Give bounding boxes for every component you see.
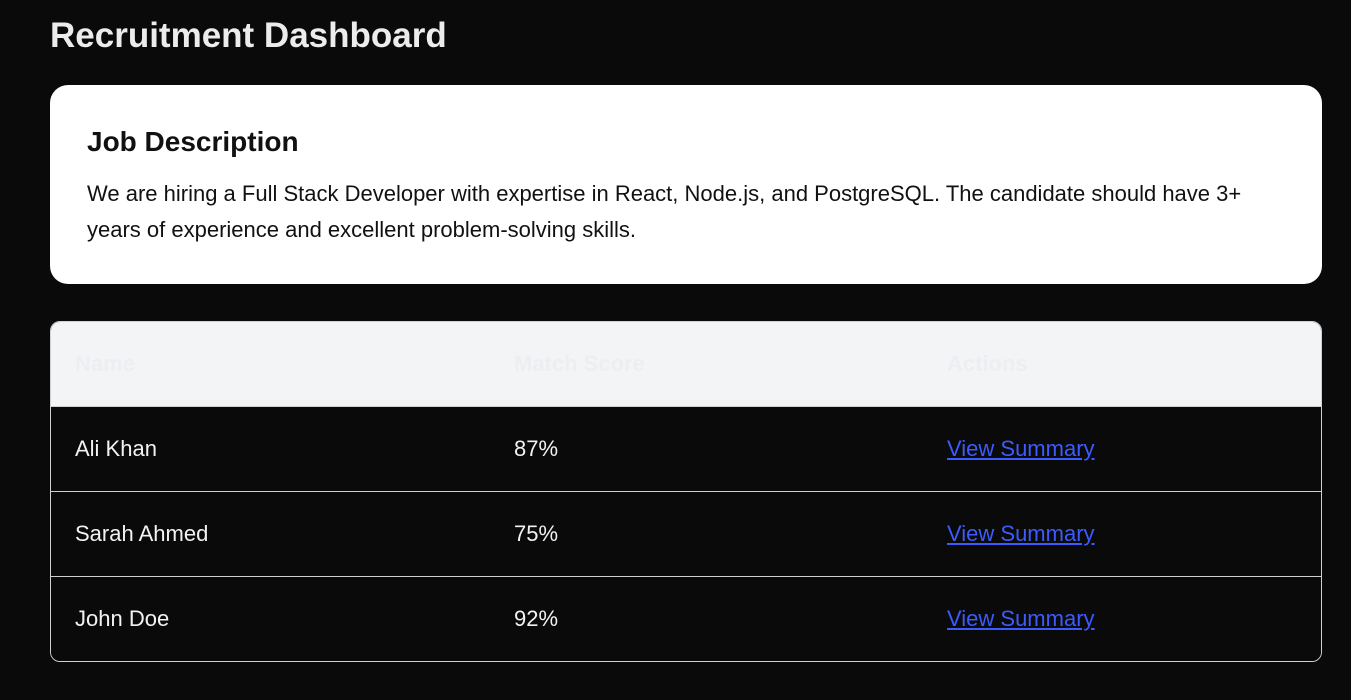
candidate-name: Ali Khan — [75, 435, 157, 461]
view-summary-link[interactable]: View Summary — [947, 606, 1095, 631]
header-actions: Actions — [947, 350, 1028, 376]
table-row: John Doe 92% View Summary — [51, 576, 1321, 661]
actions-cell: View Summary — [923, 406, 1321, 491]
candidate-name: John Doe — [75, 605, 170, 631]
dashboard-page: Recruitment Dashboard Job Description We… — [0, 0, 1351, 700]
candidates-table: Name Match Score Actions Ali Khan 87% Vi… — [50, 321, 1322, 662]
match-score: 75% — [514, 520, 559, 546]
job-description-text: We are hiring a Full Stack Developer wit… — [87, 181, 1242, 242]
view-summary-link[interactable]: View Summary — [947, 436, 1095, 461]
table-row: Ali Khan 87% View Summary — [51, 406, 1321, 491]
header-match-score: Match Score — [514, 350, 645, 376]
header-name: Name — [75, 350, 135, 376]
table-header-row: Name Match Score Actions — [51, 322, 1321, 406]
match-score: 92% — [514, 605, 559, 631]
actions-cell: View Summary — [923, 491, 1321, 576]
table-row: Sarah Ahmed 75% View Summary — [51, 491, 1321, 576]
job-description-heading: Job Description — [87, 126, 299, 157]
match-score: 87% — [514, 435, 559, 461]
actions-cell: View Summary — [923, 576, 1321, 661]
view-summary-link[interactable]: View Summary — [947, 521, 1095, 546]
candidate-name: Sarah Ahmed — [75, 520, 209, 546]
page-title: Recruitment Dashboard — [50, 16, 447, 55]
job-description-card: Job Description We are hiring a Full Sta… — [50, 85, 1322, 284]
